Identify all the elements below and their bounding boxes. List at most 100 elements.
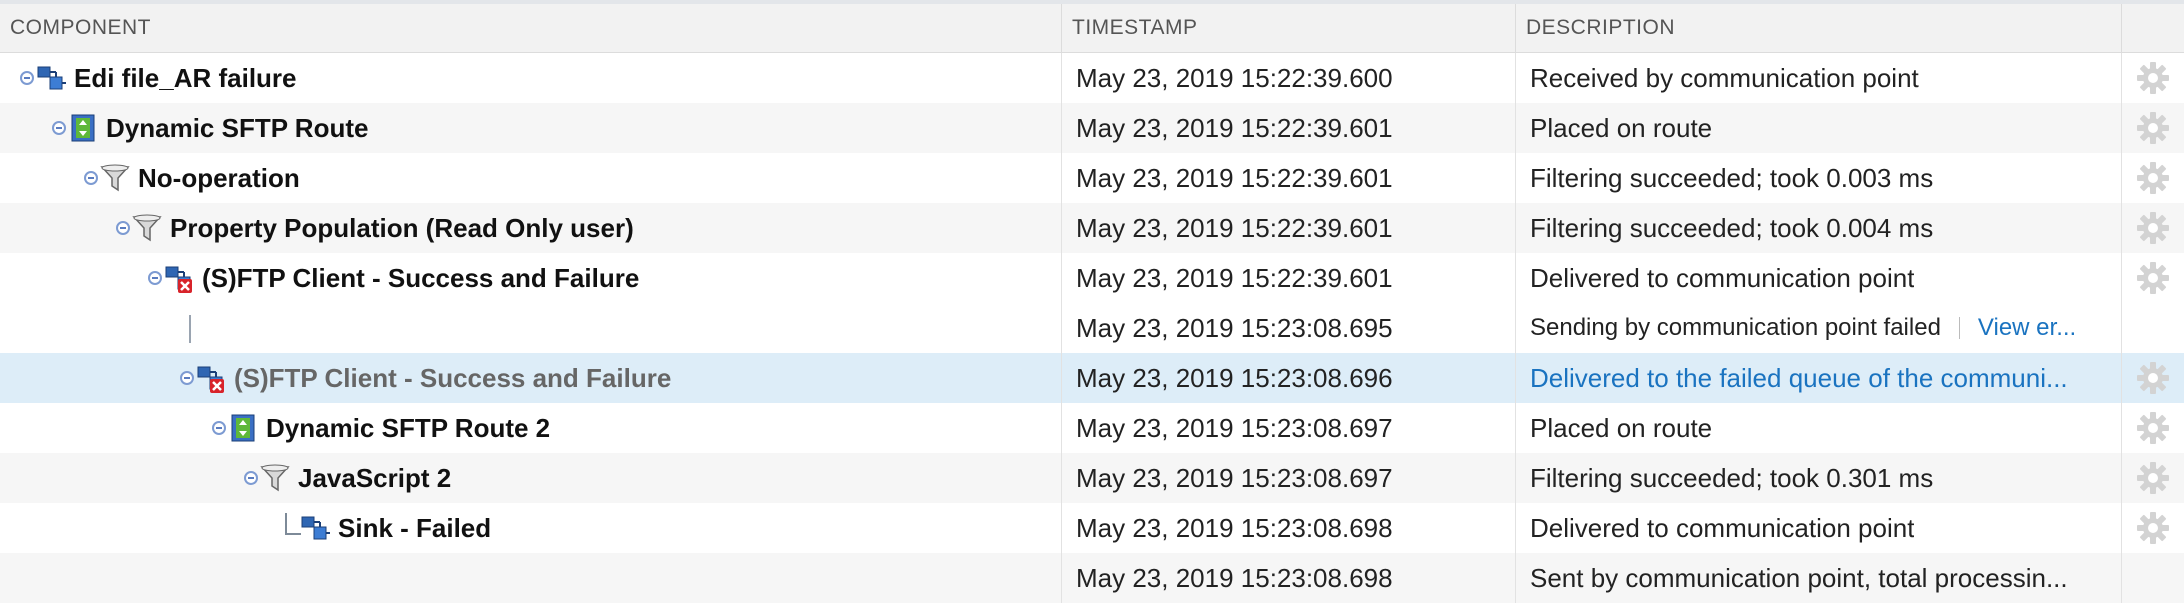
message-history-grid: COMPONENT TIMESTAMP DESCRIPTION Edi file… bbox=[0, 0, 2184, 603]
gear-icon[interactable] bbox=[2136, 261, 2170, 295]
component-cell: Sink - Failed bbox=[0, 503, 1062, 553]
collapse-toggle-icon[interactable] bbox=[244, 471, 258, 485]
component-label: Property Population (Read Only user) bbox=[170, 212, 634, 243]
component-cell bbox=[0, 553, 1062, 603]
table-row[interactable]: May 23, 2019 15:23:08.698 Sent by commun… bbox=[0, 553, 2184, 603]
communication-point-icon bbox=[300, 513, 330, 543]
component-label: No-operation bbox=[138, 162, 300, 193]
collapse-toggle-icon[interactable] bbox=[180, 371, 194, 385]
description-cell: Filtering succeeded; took 0.301 ms bbox=[1516, 453, 2122, 503]
grid-header: COMPONENT TIMESTAMP DESCRIPTION bbox=[0, 0, 2184, 53]
gear-icon[interactable] bbox=[2136, 111, 2170, 145]
description-text: Received by communication point bbox=[1530, 62, 1919, 93]
description-text: Filtering succeeded; took 0.003 ms bbox=[1530, 162, 1934, 193]
timestamp-cell: May 23, 2019 15:22:39.601 bbox=[1062, 103, 1516, 153]
component-cell: No-operation bbox=[0, 153, 1062, 203]
filter-icon bbox=[100, 163, 130, 193]
tree-connector-line bbox=[189, 315, 191, 343]
column-header-timestamp[interactable]: TIMESTAMP bbox=[1062, 4, 1516, 52]
column-header-actions bbox=[2122, 4, 2184, 52]
gear-icon[interactable] bbox=[2136, 161, 2170, 195]
timestamp-cell: May 23, 2019 15:22:39.601 bbox=[1062, 253, 1516, 303]
component-label: Edi file_AR failure bbox=[74, 62, 297, 93]
description-text: Sent by communication point, total proce… bbox=[1530, 562, 2068, 593]
description-cell: Filtering succeeded; took 0.004 ms bbox=[1516, 203, 2122, 253]
timestamp-cell: May 23, 2019 15:22:39.600 bbox=[1062, 53, 1516, 103]
table-row[interactable]: May 23, 2019 15:23:08.695 Sending by com… bbox=[0, 303, 2184, 353]
component-cell: Edi file_AR failure bbox=[0, 53, 1062, 103]
description-text: Filtering succeeded; took 0.004 ms bbox=[1530, 212, 1934, 243]
gear-icon[interactable] bbox=[2136, 361, 2170, 395]
actions-cell bbox=[2122, 453, 2184, 503]
table-row[interactable]: No-operation May 23, 2019 15:22:39.601 F… bbox=[0, 153, 2184, 203]
component-cell: (S)FTP Client - Success and Failure bbox=[0, 353, 1062, 403]
tree-node: Edi file_AR failure bbox=[20, 53, 297, 103]
tree-node: Property Population (Read Only user) bbox=[116, 203, 634, 253]
timestamp-cell: May 23, 2019 15:23:08.698 bbox=[1062, 553, 1516, 603]
description-cell: Placed on route bbox=[1516, 103, 2122, 153]
gear-icon[interactable] bbox=[2136, 411, 2170, 445]
tree-node: (S)FTP Client - Success and Failure bbox=[180, 353, 671, 403]
description-text: Placed on route bbox=[1530, 112, 1713, 143]
timestamp-cell: May 23, 2019 15:23:08.697 bbox=[1062, 403, 1516, 453]
component-label: (S)FTP Client - Success and Failure bbox=[202, 262, 640, 293]
actions-cell bbox=[2122, 103, 2184, 153]
timestamp-cell: May 23, 2019 15:23:08.697 bbox=[1062, 453, 1516, 503]
actions-cell bbox=[2122, 303, 2184, 353]
table-row[interactable]: Dynamic SFTP Route May 23, 2019 15:22:39… bbox=[0, 103, 2184, 153]
description-text: Sending by communication point failed bbox=[1530, 314, 1941, 341]
actions-cell bbox=[2122, 53, 2184, 103]
collapse-toggle-icon[interactable] bbox=[20, 71, 34, 85]
communication-point-icon bbox=[36, 63, 66, 93]
gear-icon[interactable] bbox=[2136, 511, 2170, 545]
table-row[interactable]: Sink - Failed May 23, 2019 15:23:08.698 … bbox=[0, 503, 2184, 553]
route-icon bbox=[68, 113, 98, 143]
description-cell: Filtering succeeded; took 0.003 ms bbox=[1516, 153, 2122, 203]
gear-icon[interactable] bbox=[2136, 211, 2170, 245]
table-row[interactable]: (S)FTP Client - Success and Failure May … bbox=[0, 353, 2184, 403]
description-cell: Sending by communication point failed Vi… bbox=[1516, 303, 2122, 353]
description-cell: Delivered to communication point bbox=[1516, 503, 2122, 553]
column-header-description[interactable]: DESCRIPTION bbox=[1516, 4, 2122, 52]
component-label: JavaScript 2 bbox=[298, 462, 452, 493]
table-row[interactable]: Dynamic SFTP Route 2 May 23, 2019 15:23:… bbox=[0, 403, 2184, 453]
description-text: Delivered to communication point bbox=[1530, 262, 1915, 293]
collapse-toggle-icon[interactable] bbox=[84, 171, 98, 185]
component-label: Dynamic SFTP Route bbox=[106, 112, 369, 143]
tree-node: Sink - Failed bbox=[300, 503, 491, 553]
actions-cell bbox=[2122, 353, 2184, 403]
gear-icon[interactable] bbox=[2136, 61, 2170, 95]
filter-icon bbox=[260, 463, 290, 493]
column-header-component[interactable]: COMPONENT bbox=[0, 4, 1062, 52]
collapse-toggle-icon[interactable] bbox=[148, 271, 162, 285]
tree-node: JavaScript 2 bbox=[244, 453, 451, 503]
table-row[interactable]: Property Population (Read Only user) May… bbox=[0, 203, 2184, 253]
failed-queue-link[interactable]: Delivered to the failed queue of the com… bbox=[1530, 363, 2068, 394]
view-error-link[interactable]: View er... bbox=[1978, 314, 2076, 342]
component-cell: JavaScript 2 bbox=[0, 453, 1062, 503]
tree-connector-elbow bbox=[285, 513, 301, 535]
tree-node: Dynamic SFTP Route 2 bbox=[212, 403, 550, 453]
divider bbox=[1958, 317, 1960, 339]
timestamp-cell: May 23, 2019 15:23:08.696 bbox=[1062, 353, 1516, 403]
component-cell: Dynamic SFTP Route bbox=[0, 103, 1062, 153]
actions-cell bbox=[2122, 553, 2184, 603]
timestamp-cell: May 23, 2019 15:22:39.601 bbox=[1062, 203, 1516, 253]
collapse-toggle-icon[interactable] bbox=[116, 221, 130, 235]
description-cell: Sent by communication point, total proce… bbox=[1516, 553, 2122, 603]
tree-node: No-operation bbox=[84, 153, 300, 203]
table-row[interactable]: Edi file_AR failure May 23, 2019 15:22:3… bbox=[0, 53, 2184, 103]
component-label: Sink - Failed bbox=[338, 512, 492, 543]
route-icon bbox=[228, 413, 258, 443]
table-row[interactable]: JavaScript 2 May 23, 2019 15:23:08.697 F… bbox=[0, 453, 2184, 503]
description-cell: Delivered to communication point bbox=[1516, 253, 2122, 303]
collapse-toggle-icon[interactable] bbox=[52, 121, 66, 135]
tree-node: (S)FTP Client - Success and Failure bbox=[148, 253, 639, 303]
timestamp-cell: May 23, 2019 15:23:08.698 bbox=[1062, 503, 1516, 553]
gear-icon[interactable] bbox=[2136, 461, 2170, 495]
collapse-toggle-icon[interactable] bbox=[212, 421, 226, 435]
actions-cell bbox=[2122, 153, 2184, 203]
component-cell bbox=[0, 303, 1062, 353]
description-text: Delivered to communication point bbox=[1530, 512, 1915, 543]
table-row[interactable]: (S)FTP Client - Success and Failure May … bbox=[0, 253, 2184, 303]
